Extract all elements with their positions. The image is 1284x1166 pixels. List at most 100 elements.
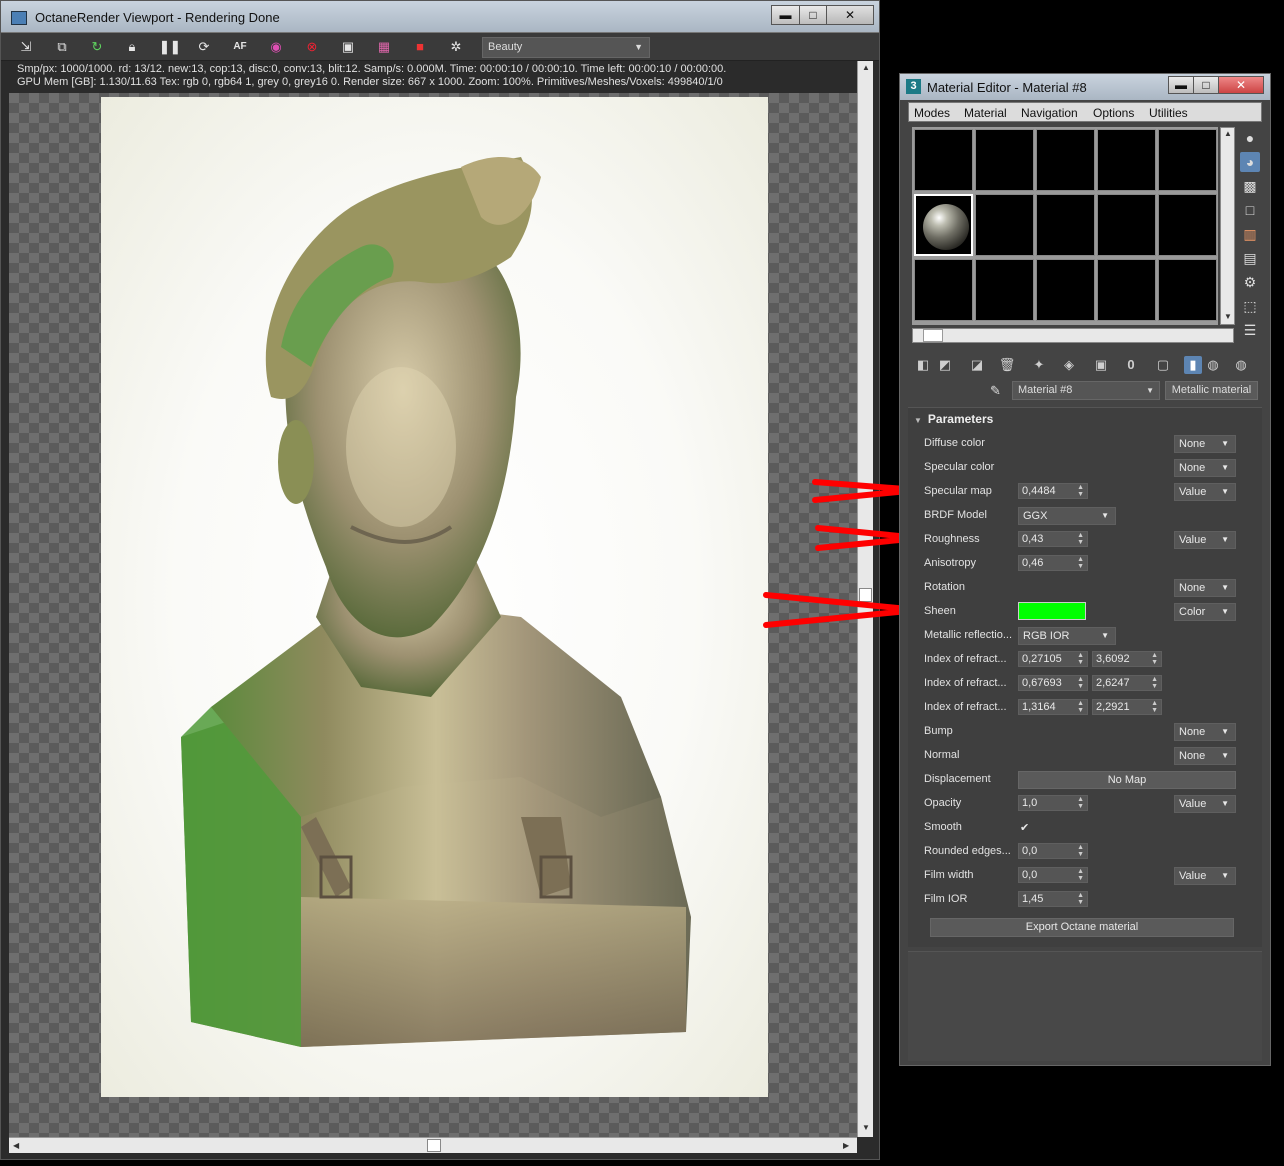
specular-map-spinner[interactable]: 0,4484 ▲ ▼ xyxy=(1018,483,1088,499)
select-by-material-icon[interactable]: ⬚ xyxy=(1240,296,1260,316)
menu-options[interactable]: Options xyxy=(1093,106,1134,120)
scroll-down-icon[interactable]: ▼ xyxy=(1224,312,1232,321)
normal-map-dropdown[interactable]: None ▼ xyxy=(1174,747,1236,765)
displacement-map-button[interactable]: No Map xyxy=(1018,771,1236,789)
menu-material[interactable]: Material xyxy=(964,106,1007,120)
ior-3-b-spinner[interactable]: 2,2921 ▲ ▼ xyxy=(1092,699,1162,715)
ior-2-b-spinner[interactable]: 2,6247 ▲ ▼ xyxy=(1092,675,1162,691)
put-to-scene-icon[interactable]: ◩ xyxy=(936,356,954,374)
delete-icon[interactable]: 🗑︎ xyxy=(998,356,1016,374)
sample-slot[interactable] xyxy=(975,129,1034,191)
scroll-right-icon[interactable]: ▶ xyxy=(843,1141,849,1150)
sample-slot[interactable] xyxy=(1158,129,1217,191)
render-pass-dropdown[interactable]: Beauty ▼ xyxy=(482,37,650,58)
sheen-color-swatch[interactable] xyxy=(1018,602,1086,620)
sample-slot[interactable] xyxy=(1097,129,1156,191)
make-unique-icon[interactable]: ◈ xyxy=(1060,356,1078,374)
material-map-navigator-icon[interactable]: ☰ xyxy=(1240,320,1260,340)
viewport-horizontal-scrollbar[interactable]: ◀ ▶ xyxy=(9,1137,857,1153)
slots-horizontal-scrollbar[interactable] xyxy=(912,328,1234,343)
scroll-down-icon[interactable]: ▼ xyxy=(862,1123,870,1132)
background-icon[interactable]: ▩ xyxy=(1240,176,1260,196)
smooth-checkbox[interactable]: ✔ xyxy=(1020,821,1029,834)
menu-utilities[interactable]: Utilities xyxy=(1149,106,1188,120)
rounded-edges-spinner[interactable]: 0,0 ▲ ▼ xyxy=(1018,843,1088,859)
specular-color-map-dropdown[interactable]: None ▼ xyxy=(1174,459,1236,477)
settings-icon[interactable]: ✲ xyxy=(447,38,465,56)
make-copy-icon[interactable]: ✦ xyxy=(1030,356,1048,374)
ior-1-a-spinner[interactable]: 0,27105 ▲ ▼ xyxy=(1018,651,1088,667)
maximize-button[interactable]: □ xyxy=(799,5,827,25)
minimize-button[interactable]: ▬ xyxy=(1168,76,1194,94)
close-button[interactable]: ✕ xyxy=(1218,76,1264,94)
uv-tiling-icon[interactable]: □ xyxy=(1240,200,1260,220)
video-color-check-icon[interactable]: ▥ xyxy=(1240,224,1260,244)
sheen-mode-dropdown[interactable]: Color ▼ xyxy=(1174,603,1236,621)
minimize-button[interactable]: ▬ xyxy=(771,5,800,25)
film-icon[interactable]: ▦ xyxy=(375,38,393,56)
af-icon[interactable]: AF xyxy=(231,38,249,56)
diffuse-map-dropdown[interactable]: None ▼ xyxy=(1174,435,1236,453)
material-editor-titlebar[interactable]: 3 Material Editor - Material #8 ▬ □ ✕ xyxy=(900,74,1270,100)
sample-slot[interactable] xyxy=(1036,194,1095,256)
get-material-icon[interactable]: ◧ xyxy=(914,356,932,374)
pause-icon[interactable]: ❚❚ xyxy=(159,38,181,56)
sample-slot[interactable] xyxy=(914,129,973,191)
lock-icon[interactable]: 🔒︎ xyxy=(123,38,141,56)
material-type-button[interactable]: Metallic material xyxy=(1165,381,1258,400)
eyedropper-icon[interactable]: ✎ xyxy=(990,383,1001,399)
sample-slot[interactable] xyxy=(975,194,1034,256)
opacity-mode-dropdown[interactable]: Value ▼ xyxy=(1174,795,1236,813)
ior-2-a-spinner[interactable]: 0,67693 ▲ ▼ xyxy=(1018,675,1088,691)
specular-map-mode-dropdown[interactable]: Value ▼ xyxy=(1174,483,1236,501)
export-octane-material-button[interactable]: Export Octane material xyxy=(930,918,1234,937)
ior-1-b-spinner[interactable]: 3,6092 ▲ ▼ xyxy=(1092,651,1162,667)
roughness-mode-dropdown[interactable]: Value ▼ xyxy=(1174,531,1236,549)
bump-map-dropdown[interactable]: None ▼ xyxy=(1174,723,1236,741)
sample-slot[interactable] xyxy=(1097,259,1156,321)
backlight-icon[interactable]: ◕ xyxy=(1240,152,1260,172)
sample-slot[interactable] xyxy=(1036,259,1095,321)
close-button[interactable]: ✕ xyxy=(826,5,874,25)
roughness-spinner[interactable]: 0,43 ▲ ▼ xyxy=(1018,531,1088,547)
refresh-icon[interactable]: ⟳ xyxy=(195,38,213,56)
color-icon[interactable]: ◉ xyxy=(267,38,285,56)
show-shaded-icon[interactable]: ▢ xyxy=(1154,356,1172,374)
film-width-mode-dropdown[interactable]: Value ▼ xyxy=(1174,867,1236,885)
put-to-library-icon[interactable]: ▣ xyxy=(1092,356,1110,374)
film-width-spinner[interactable]: 0,0 ▲ ▼ xyxy=(1018,867,1088,883)
sample-type-icon[interactable]: ● xyxy=(1240,128,1260,148)
horizontal-scroll-thumb[interactable] xyxy=(923,329,943,342)
sample-slot-selected[interactable] xyxy=(914,194,973,256)
menu-modes[interactable]: Modes xyxy=(914,106,950,120)
show-end-result-icon[interactable]: ▮ xyxy=(1184,356,1202,374)
viewport-titlebar[interactable]: OctaneRender Viewport - Rendering Done ▬… xyxy=(1,1,879,33)
sample-slot[interactable] xyxy=(1158,194,1217,256)
sample-slot[interactable] xyxy=(1158,259,1217,321)
rotation-map-dropdown[interactable]: None ▼ xyxy=(1174,579,1236,597)
region-icon[interactable]: ⊗ xyxy=(303,38,321,56)
opacity-spinner[interactable]: 1,0 ▲ ▼ xyxy=(1018,795,1088,811)
assign-to-selection-icon[interactable]: ◪ xyxy=(968,356,986,374)
make-preview-icon[interactable]: ▤ xyxy=(1240,248,1260,268)
scroll-left-icon[interactable]: ◀ xyxy=(13,1141,19,1150)
brdf-model-dropdown[interactable]: GGX ▼ xyxy=(1018,507,1116,525)
sample-slot[interactable] xyxy=(914,259,973,321)
scroll-up-icon[interactable]: ▲ xyxy=(862,63,870,72)
restart-icon[interactable]: ↻ xyxy=(88,38,106,56)
material-name-field[interactable]: Material #8 ▼ xyxy=(1012,381,1160,400)
go-forward-sibling-icon[interactable]: ◍ xyxy=(1232,356,1250,374)
export-icon[interactable]: ⇲ xyxy=(17,38,35,56)
viewport-icon[interactable]: ▣ xyxy=(339,38,357,56)
maximize-button[interactable]: □ xyxy=(1193,76,1219,94)
options-icon[interactable]: ⚙ xyxy=(1240,272,1260,292)
metallic-reflection-dropdown[interactable]: RGB IOR ▼ xyxy=(1018,627,1116,645)
material-id-icon[interactable]: 0 xyxy=(1122,356,1140,374)
slots-vertical-scrollbar[interactable]: ▲ ▼ xyxy=(1220,127,1235,325)
camera-icon[interactable]: ■ xyxy=(411,38,429,56)
sample-slot[interactable] xyxy=(975,259,1034,321)
parameters-header[interactable]: ▼ Parameters xyxy=(914,412,993,426)
ior-3-a-spinner[interactable]: 1,3164 ▲ ▼ xyxy=(1018,699,1088,715)
go-to-parent-icon[interactable]: ◍ xyxy=(1204,356,1222,374)
scroll-up-icon[interactable]: ▲ xyxy=(1224,129,1232,138)
